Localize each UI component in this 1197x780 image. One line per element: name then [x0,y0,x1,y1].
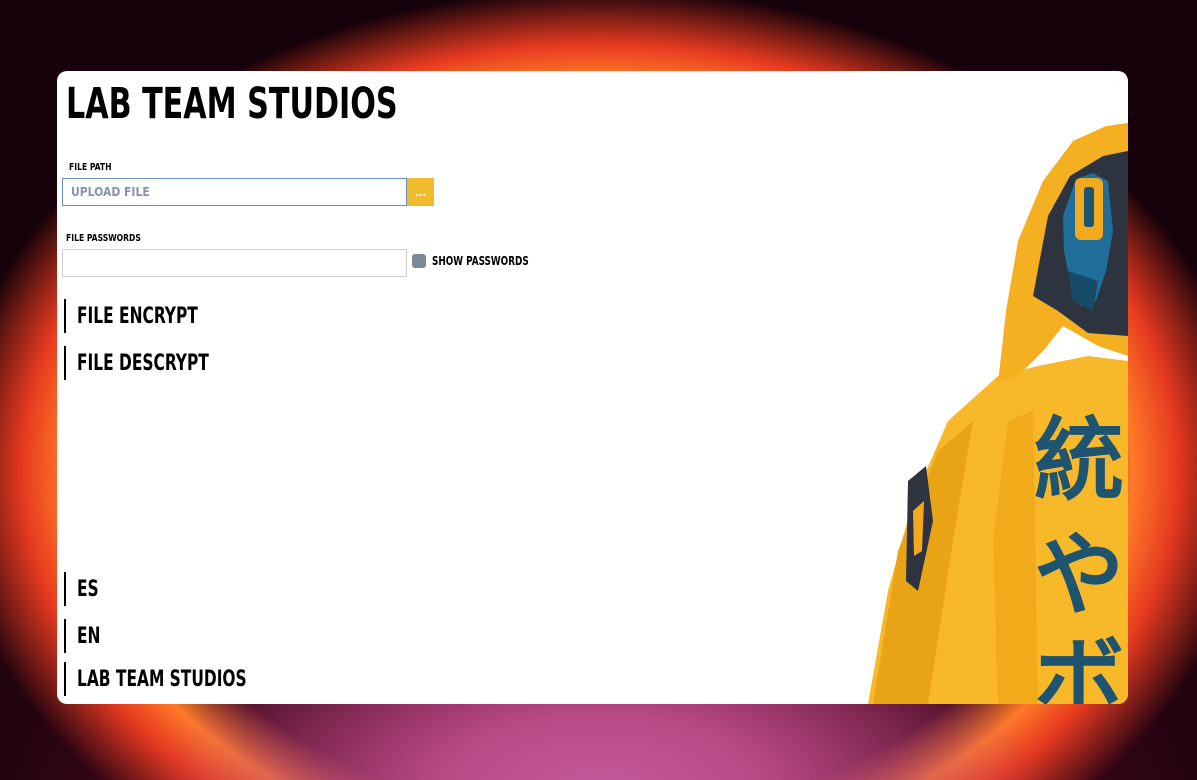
passwords-label: FILE PASSWORDS [66,233,141,244]
file-encrypt-label: FILE ENCRYPT [77,303,198,329]
language-es-label: ES [77,576,99,602]
studio-link[interactable]: LAB TEAM STUDIOS [64,662,295,696]
studio-label: LAB TEAM STUDIOS [77,666,247,692]
language-es-button[interactable]: ES [64,572,105,606]
hoodie-glyph-3: ボ [1034,628,1124,704]
language-en-button[interactable]: EN [64,619,107,653]
show-passwords-checkbox[interactable] [412,254,426,268]
browse-button[interactable]: ... [407,178,434,206]
hoodie-glyph-2: や [1034,523,1124,628]
password-input[interactable] [62,249,407,277]
hoodie-glyph-1: 統 [1034,408,1124,513]
file-decrypt-button[interactable]: FILE DESCRYPT [64,346,246,380]
file-path-input[interactable] [62,178,407,206]
file-decrypt-label: FILE DESCRYPT [77,350,209,376]
file-encrypt-button[interactable]: FILE ENCRYPT [64,299,232,333]
app-title: LAB TEAM STUDIOS [66,79,398,129]
show-passwords-label[interactable]: SHOW PASSWORDS [432,254,529,268]
app-window: LAB TEAM STUDIOS FILE PATH ... FILE PASS… [57,71,1128,704]
language-en-label: EN [77,623,101,649]
file-path-label: FILE PATH [69,162,112,173]
hooded-robot-illustration: 統 や ボ [868,123,1128,704]
